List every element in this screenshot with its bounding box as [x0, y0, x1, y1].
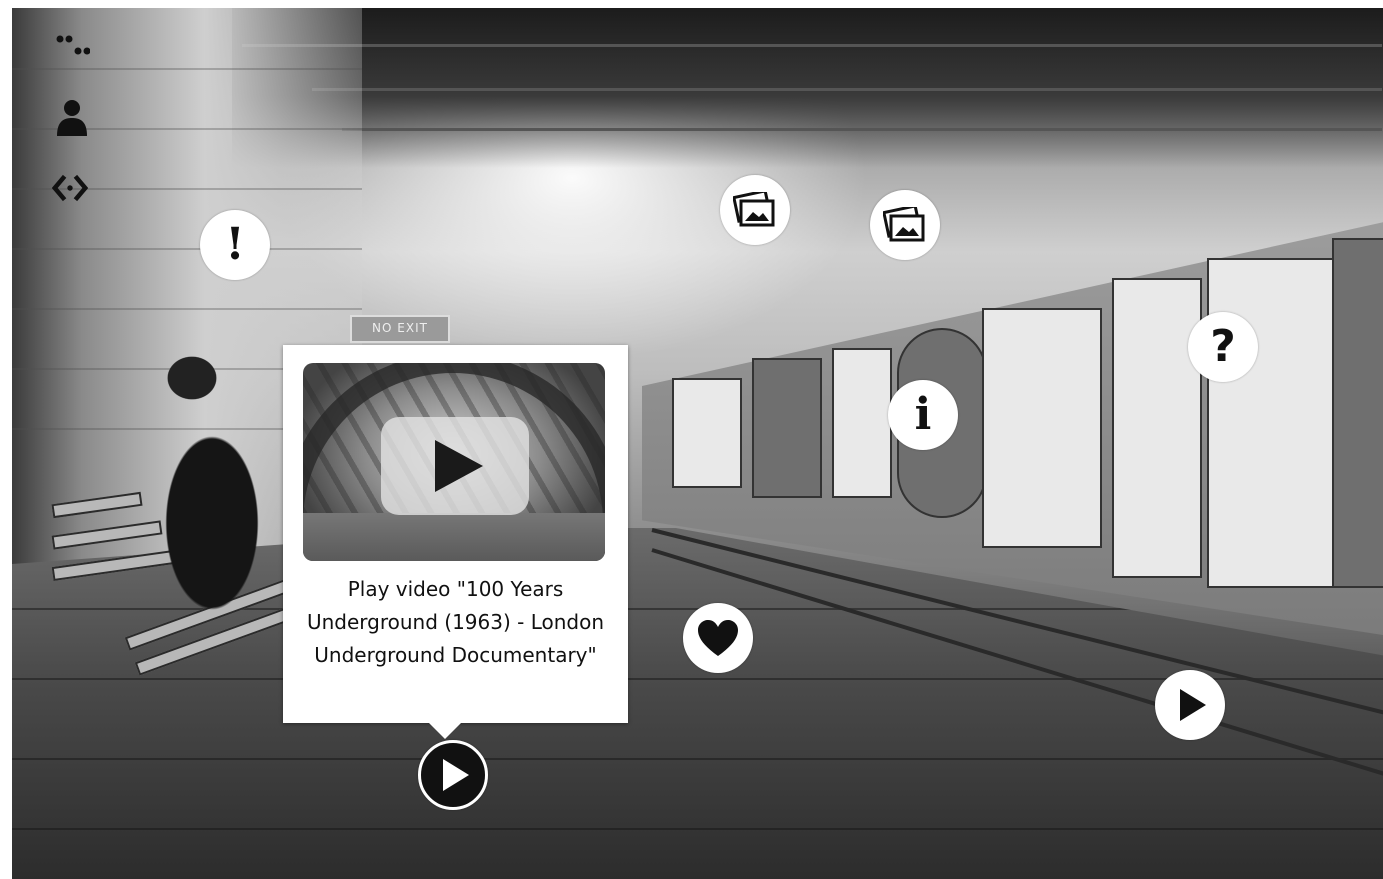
play-icon [435, 440, 483, 492]
ceiling-beam [312, 88, 1382, 91]
dots-grid-button[interactable] [54, 30, 90, 66]
question-hotspot[interactable]: ? [1188, 312, 1258, 382]
embed-code-button[interactable] [52, 170, 88, 206]
play-icon [443, 759, 469, 791]
code-brackets-icon [52, 174, 88, 202]
user-icon [57, 100, 87, 136]
question-icon: ? [1210, 321, 1236, 372]
wall-poster [982, 308, 1102, 548]
ceiling-beam [342, 128, 1382, 131]
heart-icon [698, 620, 738, 656]
wall-poster [1207, 258, 1337, 588]
dots-grid-icon [56, 35, 90, 55]
info-icon: i [914, 389, 932, 440]
wall-poster [832, 348, 892, 498]
video-thumbnail[interactable] [303, 363, 605, 561]
wall-poster [1332, 238, 1383, 588]
ceiling-beam [242, 44, 1382, 47]
seated-person [122, 353, 302, 653]
video-tooltip[interactable]: Play video "100 Years Underground (1963)… [283, 345, 628, 739]
info-hotspot[interactable]: i [888, 380, 958, 450]
play-icon [1180, 689, 1206, 721]
exclamation-icon: ! [225, 219, 245, 270]
video-hotspot-2[interactable] [1155, 670, 1225, 740]
gallery-hotspot-2[interactable] [870, 190, 940, 260]
no-exit-sign: NO EXIT [350, 315, 450, 343]
wall-poster [752, 358, 822, 498]
wall-poster [1112, 278, 1202, 578]
panorama-viewer[interactable]: NO EXIT [12, 8, 1383, 879]
video-play-button[interactable] [381, 417, 529, 515]
gallery-hotspot-1[interactable] [720, 175, 790, 245]
gallery-icon [733, 192, 775, 227]
wall-poster [672, 378, 742, 488]
video-hotspot-active[interactable] [418, 740, 488, 810]
favorite-hotspot[interactable] [683, 603, 753, 673]
video-title: Play video "100 Years Underground (1963)… [306, 577, 605, 667]
gallery-icon [883, 207, 925, 242]
user-button[interactable] [54, 100, 90, 136]
alert-hotspot[interactable]: ! [200, 210, 270, 280]
